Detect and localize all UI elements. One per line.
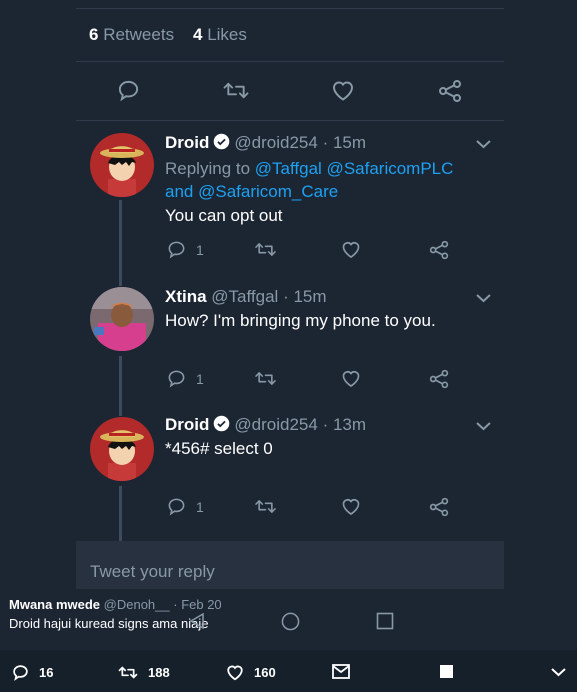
retweet-icon[interactable] xyxy=(254,369,277,388)
reply-icon xyxy=(167,240,186,259)
author-name[interactable]: Droid xyxy=(165,133,209,152)
reply-input-placeholder: Tweet your reply xyxy=(90,562,215,581)
likes-count: 4 xyxy=(192,25,203,44)
thread-line xyxy=(119,486,122,542)
retweet-icon[interactable] xyxy=(254,240,277,259)
engagement-stats: 6 Retweets 4 Likes xyxy=(89,25,247,45)
reply-button[interactable]: 1 xyxy=(167,497,204,516)
bottom-retweet-count: 188 xyxy=(148,665,170,680)
tweet-text: How? I'm bringing my phone to you. xyxy=(165,311,436,330)
quoted-tweet-header: Mwana mwede @Denoh__ · Feb 20 xyxy=(9,597,222,612)
retweets-label[interactable]: Retweets xyxy=(103,25,174,44)
tweet-text: You can opt out xyxy=(165,206,283,225)
bottom-reply-count: 16 xyxy=(39,665,54,680)
tweet-time[interactable]: · 15m xyxy=(283,287,326,306)
divider xyxy=(76,8,504,9)
quoted-author-handle[interactable]: @Denoh__ xyxy=(104,597,170,612)
quoted-date: · Feb 20 xyxy=(173,597,222,612)
share-icon[interactable] xyxy=(438,79,462,103)
verified-badge-icon xyxy=(213,133,230,155)
reply-button[interactable]: 1 xyxy=(167,240,204,259)
replying-to-mention[interactable]: @Safaricom_Care xyxy=(198,182,338,201)
nav-recents-icon[interactable] xyxy=(376,612,394,630)
replying-to-and: and xyxy=(165,182,194,201)
thread-line xyxy=(119,200,122,286)
chevron-down-icon[interactable] xyxy=(551,667,566,677)
thread-line xyxy=(119,356,122,416)
like-icon xyxy=(226,664,244,681)
divider xyxy=(76,120,504,121)
quoted-author-name[interactable]: Mwana mwede xyxy=(9,597,100,612)
share-icon[interactable] xyxy=(429,369,449,389)
quoted-tweet-text: Droid hajui kuread signs ama niaje xyxy=(9,616,209,631)
replying-to-label: Replying to xyxy=(165,159,251,178)
share-icon[interactable] xyxy=(429,497,449,517)
tweet-header: Droid @droid254 · 15m xyxy=(165,133,366,155)
author-name[interactable]: Droid xyxy=(165,415,209,434)
bottom-like-count: 160 xyxy=(254,665,276,680)
replying-to-mentions[interactable]: @Taffgal @SafaricomPLC xyxy=(255,159,454,178)
likes-label[interactable]: Likes xyxy=(207,25,247,44)
replying-to: Replying to @Taffgal @SafaricomPLC and @… xyxy=(165,157,453,203)
retweets-count: 6 xyxy=(89,25,99,44)
chevron-down-icon[interactable] xyxy=(476,293,491,303)
reply-count: 1 xyxy=(196,370,204,387)
like-icon[interactable] xyxy=(331,79,355,102)
bottom-reply-button[interactable]: 16 xyxy=(12,664,53,681)
like-icon[interactable] xyxy=(341,369,361,388)
reply-icon xyxy=(167,369,186,388)
chevron-down-icon[interactable] xyxy=(476,139,491,149)
reply-input[interactable]: Tweet your reply xyxy=(76,541,504,589)
verified-badge-icon xyxy=(213,415,230,437)
stop-square-icon[interactable] xyxy=(440,665,453,678)
bottom-retweet-button[interactable]: 188 xyxy=(118,664,170,681)
author-handle[interactable]: @Taffgal xyxy=(211,287,278,306)
mail-icon[interactable] xyxy=(332,664,350,679)
avatar[interactable] xyxy=(90,133,154,197)
author-name[interactable]: Xtina xyxy=(165,287,207,306)
author-handle[interactable]: @droid254 xyxy=(234,415,317,434)
tweet-time[interactable]: · 13m xyxy=(323,415,366,434)
like-icon[interactable] xyxy=(341,497,361,516)
reply-button[interactable]: 1 xyxy=(167,369,204,388)
share-icon[interactable] xyxy=(429,240,449,260)
like-icon[interactable] xyxy=(341,240,361,259)
retweet-icon xyxy=(118,664,138,681)
reply-icon xyxy=(12,664,29,681)
retweet-icon[interactable] xyxy=(222,79,250,102)
chevron-down-icon[interactable] xyxy=(476,421,491,431)
nav-home-icon[interactable] xyxy=(281,612,300,631)
bottom-action-bar xyxy=(0,650,577,692)
retweet-icon[interactable] xyxy=(254,497,277,516)
bottom-like-button[interactable]: 160 xyxy=(226,664,276,681)
reply-icon xyxy=(167,497,186,516)
divider xyxy=(76,61,504,62)
tweet-header: Droid @droid254 · 13m xyxy=(165,415,366,437)
nav-back-icon[interactable] xyxy=(188,612,206,630)
reply-icon[interactable] xyxy=(117,79,140,102)
reply-count: 1 xyxy=(196,241,204,258)
tweet-time[interactable]: · 15m xyxy=(323,133,366,152)
avatar[interactable] xyxy=(90,287,154,351)
avatar[interactable] xyxy=(90,417,154,481)
tweet-text: *456# select 0 xyxy=(165,439,273,458)
reply-count: 1 xyxy=(196,498,204,515)
author-handle[interactable]: @droid254 xyxy=(234,133,317,152)
tweet-header: Xtina @Taffgal · 15m xyxy=(165,287,327,307)
